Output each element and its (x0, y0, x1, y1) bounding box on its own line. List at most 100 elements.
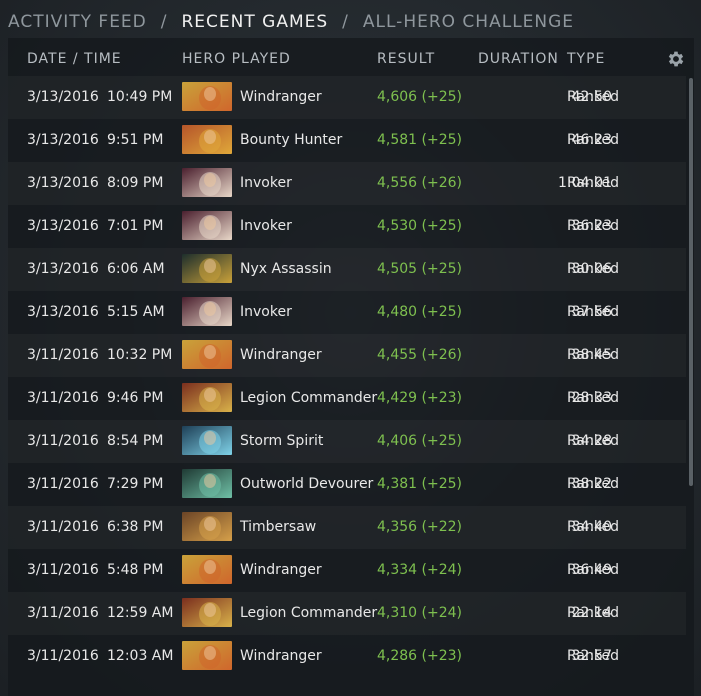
match-result: 4,505 (+25) (377, 261, 462, 277)
hero-portrait (182, 168, 232, 197)
match-result: 4,530 (+25) (377, 218, 462, 234)
tab-activity-feed[interactable]: ACTIVITY FEED (8, 12, 147, 32)
hero-portrait (182, 254, 232, 283)
match-result: 4,480 (+25) (377, 304, 462, 320)
table-row[interactable]: 3/13/2016 9:51 PM Bounty Hunter 4,581 (+25)… (8, 119, 686, 162)
game-date: 3/13/2016 (27, 89, 99, 105)
table-row[interactable]: 3/13/2016 10:49 PM Windranger 4,606 (+25) 42… (8, 76, 686, 119)
match-type: Ranked (567, 476, 619, 492)
game-date: 3/11/2016 (27, 390, 99, 406)
hero-portrait (182, 641, 232, 670)
game-date: 3/13/2016 (27, 132, 99, 148)
match-result: 4,286 (+23) (377, 648, 462, 664)
game-time: 5:15 AM (107, 304, 165, 320)
tab-recent-games[interactable]: RECENT GAMES (182, 12, 329, 32)
game-date: 3/11/2016 (27, 519, 99, 535)
hero-portrait (182, 512, 232, 541)
hero-name: Windranger (240, 648, 322, 664)
hero-name: Legion Commander (240, 390, 378, 406)
table-row[interactable]: 3/11/2016 12:03 AM Windranger 4,286 (+23) 32… (8, 635, 686, 678)
match-type: Ranked (567, 218, 619, 234)
table-row[interactable]: 3/13/2016 5:15 AM Invoker 4,480 (+25) 37:56 R… (8, 291, 686, 334)
game-time: 7:29 PM (107, 476, 164, 492)
match-type: Ranked (567, 132, 619, 148)
game-time: 5:48 PM (107, 562, 164, 578)
match-type: Ranked (567, 175, 619, 191)
game-date: 3/11/2016 (27, 476, 99, 492)
column-header-result[interactable]: RESULT (377, 51, 435, 67)
game-date: 3/11/2016 (27, 433, 99, 449)
hero-portrait (182, 426, 232, 455)
match-result: 4,310 (+24) (377, 605, 462, 621)
hero-name: Storm Spirit (240, 433, 324, 449)
hero-name: Invoker (240, 175, 292, 191)
match-type: Ranked (567, 89, 619, 105)
hero-name: Windranger (240, 562, 322, 578)
hero-portrait (182, 555, 232, 584)
game-time: 8:09 PM (107, 175, 164, 191)
table-row[interactable]: 3/11/2016 12:59 AM Legion Commander 4,310 (… (8, 592, 686, 635)
match-type: Ranked (567, 390, 619, 406)
match-type: Ranked (567, 433, 619, 449)
match-type: Ranked (567, 519, 619, 535)
game-time: 10:32 PM (107, 347, 173, 363)
match-type: Ranked (567, 648, 619, 664)
column-header-type[interactable]: TYPE (567, 51, 605, 67)
match-result: 4,406 (+25) (377, 433, 462, 449)
hero-name: Legion Commander (240, 605, 378, 621)
hero-portrait (182, 469, 232, 498)
game-time: 10:49 PM (107, 89, 173, 105)
hero-portrait (182, 125, 232, 154)
hero-portrait (182, 383, 232, 412)
tab-all-hero-challenge[interactable]: ALL-HERO CHALLENGE (363, 12, 574, 32)
match-type: Ranked (567, 605, 619, 621)
game-time: 6:06 AM (107, 261, 165, 277)
game-date: 3/13/2016 (27, 175, 99, 191)
scrollbar[interactable] (689, 78, 693, 486)
table-row[interactable]: 3/11/2016 8:54 PM Storm Spirit 4,406 (+25) 3… (8, 420, 686, 463)
game-time: 12:03 AM (107, 648, 174, 664)
match-result: 4,556 (+26) (377, 175, 462, 191)
hero-name: Invoker (240, 218, 292, 234)
hero-portrait (182, 340, 232, 369)
game-date: 3/11/2016 (27, 347, 99, 363)
game-date: 3/11/2016 (27, 605, 99, 621)
hero-name: Timbersaw (240, 519, 317, 535)
match-result: 4,381 (+25) (377, 476, 462, 492)
hero-name: Invoker (240, 304, 292, 320)
nav-separator: / (160, 12, 168, 32)
game-date: 3/11/2016 (27, 562, 99, 578)
table-header: DATE / TIME HERO PLAYED RESULT DURATION … (8, 38, 694, 81)
column-header-duration[interactable]: DURATION (478, 51, 559, 67)
table-row[interactable]: 3/13/2016 7:01 PM Invoker 4,530 (+25) 36:23 R… (8, 205, 686, 248)
hero-name: Windranger (240, 89, 322, 105)
game-time: 9:51 PM (107, 132, 164, 148)
match-type: Ranked (567, 261, 619, 277)
match-type: Ranked (567, 347, 619, 363)
table-row[interactable]: 3/11/2016 7:29 PM Outworld Devourer 4,381 (… (8, 463, 686, 506)
top-navigation: ACTIVITY FEED / RECENT GAMES / ALL-HERO CHAL… (8, 10, 574, 34)
game-time: 12:59 AM (107, 605, 174, 621)
game-time: 8:54 PM (107, 433, 164, 449)
match-result: 4,581 (+25) (377, 132, 462, 148)
gear-icon[interactable] (666, 49, 686, 69)
table-row[interactable]: 3/13/2016 8:09 PM Invoker 4,556 (+26) 1:04:0… (8, 162, 686, 205)
match-result: 4,455 (+26) (377, 347, 462, 363)
column-header-datetime[interactable]: DATE / TIME (27, 51, 122, 67)
nav-separator: / (342, 12, 349, 32)
table-row[interactable]: 3/11/2016 10:32 PM Windranger 4,455 (+26) 38… (8, 334, 686, 377)
hero-name: Outworld Devourer (240, 476, 374, 492)
match-result: 4,356 (+22) (377, 519, 462, 535)
table-row[interactable]: 3/13/2016 6:06 AM Nyx Assassin 4,505 (+25) 3… (8, 248, 686, 291)
match-type: Ranked (567, 562, 619, 578)
table-row[interactable]: 3/11/2016 6:38 PM Timbersaw 4,356 (+22) 34:4… (8, 506, 686, 549)
game-date: 3/11/2016 (27, 648, 99, 664)
column-header-hero[interactable]: HERO PLAYED (182, 51, 291, 67)
game-time: 6:38 PM (107, 519, 164, 535)
match-type: Ranked (567, 304, 619, 320)
table-row[interactable]: 3/11/2016 9:46 PM Legion Commander 4,429 (+… (8, 377, 686, 420)
match-result: 4,429 (+23) (377, 390, 462, 406)
recent-games-panel: DATE / TIME HERO PLAYED RESULT DURATION … (8, 38, 694, 696)
table-row[interactable]: 3/11/2016 5:48 PM Windranger 4,334 (+24) 36:… (8, 549, 686, 592)
hero-portrait (182, 598, 232, 627)
